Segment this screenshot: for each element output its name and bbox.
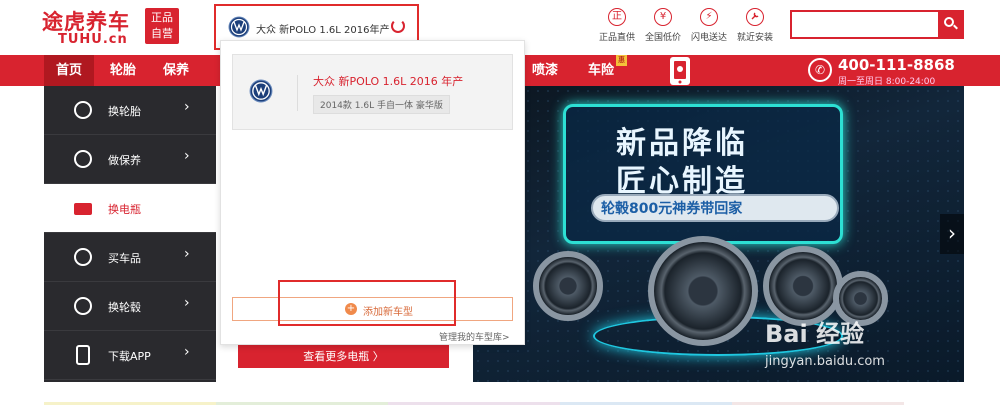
authentic-icon: 正 [608,8,626,26]
sidebar-item-maintenance[interactable]: 做保养 › [44,135,216,184]
sidebar-item-label: 换电瓶 [108,203,141,216]
feature-label: 全国低价 [644,33,681,43]
nav-home[interactable]: 首页 [44,55,94,86]
sidebar-item-label: 买车品 [108,252,141,265]
saved-car-card[interactable]: 大众 新POLO 1.6L 2016 年产 2014款 1.6L 手自一体 豪华… [232,54,513,130]
chevron-right-icon: › [184,246,190,262]
tire-icon [74,101,92,119]
highlight-box [278,280,456,326]
mobile-app-icon[interactable] [670,57,690,85]
nav-paint[interactable]: 喷漆 [532,55,558,86]
page: 途虎养车 TUHU.cn 正品 自营 大众 新POLO 1.6L 2016年产 … [0,0,1000,405]
car-model-name: 大众 新POLO 1.6L 2016 年产 [313,75,464,88]
sidebar-item-label: 换轮胎 [108,105,141,118]
car-trim-tag: 2014款 1.6L 手自一体 豪华版 [313,95,450,114]
chevron-right-icon: › [184,344,190,360]
feature-authentic: 正 正品直供 [594,8,640,43]
phone-icon: ✆ [808,58,832,82]
feature-label: 正品直供 [598,33,635,43]
search-box [790,10,964,39]
sidebar-item-tires[interactable]: 换轮胎 › [44,86,216,135]
toolbox-icon [74,248,92,266]
logo-badge-line2: 自营 [151,27,173,40]
nav-maintenance[interactable]: 保养 [163,55,189,86]
yen-icon: ¥ [654,8,672,26]
phone-device-icon [76,345,90,365]
carousel-dots [653,370,756,382]
vw-logo-icon [249,79,273,103]
feature-fast-delivery: ⚡ 闪电送达 [686,8,732,43]
search-input[interactable] [792,12,938,37]
lightning-icon: ⚡ [700,8,718,26]
selected-car-text: 大众 新POLO 1.6L 2016年产 [256,25,390,36]
wrench-icon [746,8,764,26]
feature-label: 就近安装 [736,33,773,43]
next-slide-button[interactable]: › [940,214,964,254]
feature-install: 就近安装 [732,8,778,43]
chevron-right-icon: › [184,99,190,115]
feature-label: 闪电送达 [690,33,727,43]
sidebar-item-label: 换轮毂 [108,301,141,314]
car-service-icon [74,150,92,168]
logo-badge: 正品 自营 [145,8,179,44]
hero-banner[interactable]: 新品降临 匠心制造 轮毂800元神券带回家 Bai 经验 jingyan.bai… [473,86,964,382]
sidebar-item-battery[interactable]: 换电瓶 [44,184,216,233]
vw-logo-icon [228,16,250,38]
chevron-right-icon: › [184,148,190,164]
search-icon-handle [953,24,958,30]
sidebar-item-rims[interactable]: 换轮毂 › [44,282,216,331]
logo-sub-text: TUHU.cn [58,32,128,47]
sidebar-item-label: 下载APP [108,350,151,363]
search-button[interactable] [938,12,962,37]
logo-badge-line1: 正品 [151,11,173,24]
site-logo[interactable]: 途虎养车 TUHU.cn 正品 自营 [42,6,182,48]
nav-tires[interactable]: 轮胎 [110,55,136,86]
bottom-color-strip [44,396,964,405]
refresh-icon[interactable] [391,19,405,33]
hotline-number: 400-111-8868 [838,56,955,74]
sidebar-item-accessories[interactable]: 买车品 › [44,233,216,282]
wheel-image [648,236,758,346]
manage-cars-link[interactable]: 管理我的车型库> [439,330,510,343]
sidebar-item-label: 做保养 [108,154,141,167]
sidebar-item-app[interactable]: 下载APP › [44,331,216,380]
battery-icon [74,203,92,215]
rim-icon [74,297,92,315]
category-sidebar: 换轮胎 › 做保养 › 换电瓶 买车品 › 换轮毂 › 下载APP › [44,86,216,382]
chevron-right-icon: › [184,295,190,311]
card-divider [297,75,298,111]
nav-insurance[interactable]: 车险 [588,55,614,86]
banner-promo-text: 轮毂800元神券带回家 [601,201,743,217]
more-batteries-button[interactable]: 查看更多电瓶 〉 [238,345,449,368]
watermark-url: jingyan.baidu.com [765,354,885,369]
promo-badge: 惠 [616,55,627,66]
wheel-image [533,251,603,321]
watermark-text: Bai 经验 [765,320,865,348]
feature-badges: 正 正品直供 ¥ 全国低价 ⚡ 闪电送达 就近安装 [594,8,779,44]
feature-low-price: ¥ 全国低价 [640,8,686,43]
